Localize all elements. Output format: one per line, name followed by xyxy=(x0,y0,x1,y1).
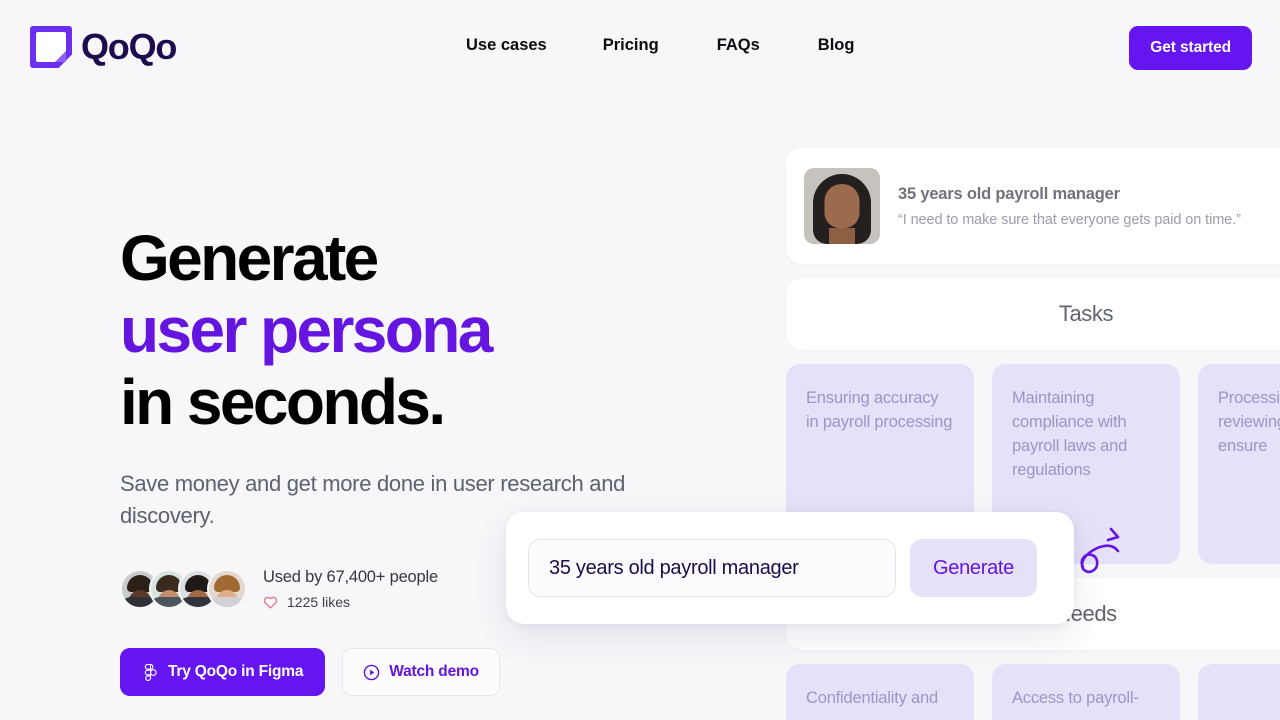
page-title: Generate user persona in seconds. xyxy=(120,222,680,438)
landing-page: QoQo Use cases Pricing FAQs Blog Get sta… xyxy=(0,0,1280,720)
needs-card-row: Confidentiality and Access to payroll- xyxy=(786,664,1280,720)
persona-details: 35 years old payroll manager “I need to … xyxy=(898,185,1241,228)
likes-count: 1225 likes xyxy=(287,594,351,610)
try-in-figma-label: Try QoQo in Figma xyxy=(168,663,304,680)
persona-photo xyxy=(804,168,880,244)
need-card[interactable]: Access to payroll- xyxy=(992,664,1180,720)
persona-title: 35 years old payroll manager xyxy=(898,184,1120,203)
hero-cta-row: Try QoQo in Figma Watch demo xyxy=(120,648,680,696)
persona-input[interactable] xyxy=(528,539,896,597)
main-nav: Use cases Pricing FAQs Blog xyxy=(466,36,854,55)
generate-button[interactable]: Generate xyxy=(910,539,1037,597)
task-card[interactable]: Processing and reviewing payroll to ensu… xyxy=(1198,364,1280,564)
watch-demo-label: Watch demo xyxy=(389,663,479,680)
persona-card: 35 years old payroll manager “I need to … xyxy=(786,148,1280,264)
need-card[interactable]: Confidentiality and xyxy=(786,664,974,720)
likes-row: 1225 likes xyxy=(263,594,438,610)
persona-preview-panel: 35 years old payroll manager “I need to … xyxy=(786,148,1280,720)
nav-item-use-cases[interactable]: Use cases xyxy=(466,36,547,55)
tasks-section-label: Tasks xyxy=(1058,301,1114,326)
nav-item-blog[interactable]: Blog xyxy=(818,36,855,55)
site-header: QoQo Use cases Pricing FAQs Blog Get sta… xyxy=(0,0,1280,96)
used-by-label: Used by 67,400+ people xyxy=(263,568,438,586)
watch-demo-button[interactable]: Watch demo xyxy=(342,648,500,696)
headline-line-3: in seconds. xyxy=(120,366,446,438)
play-circle-icon xyxy=(363,664,380,680)
brand-name: QoQo xyxy=(81,26,177,67)
headline-line-1: Generate xyxy=(120,222,379,294)
headline-line-2: user persona xyxy=(120,294,493,366)
avatar xyxy=(207,569,247,609)
try-in-figma-button[interactable]: Try QoQo in Figma xyxy=(120,648,326,696)
qoqo-logo-icon xyxy=(30,26,72,68)
social-proof-text: Used by 67,400+ people 1225 likes xyxy=(263,568,438,610)
tasks-section-header: Tasks xyxy=(786,278,1280,350)
get-started-button[interactable]: Get started xyxy=(1129,26,1252,70)
figma-icon xyxy=(144,663,157,681)
persona-quote: “I need to make sure that everyone gets … xyxy=(898,211,1241,228)
nav-item-faqs[interactable]: FAQs xyxy=(717,36,760,55)
brand-logo[interactable]: QoQo xyxy=(30,26,177,68)
curly-arrow-icon xyxy=(1080,527,1120,574)
persona-generator-widget: Generate xyxy=(506,512,1074,624)
hero-section: Generate user persona in seconds. Save m… xyxy=(120,222,680,696)
heart-icon xyxy=(263,596,278,609)
avatar-group xyxy=(120,569,247,609)
nav-item-pricing[interactable]: Pricing xyxy=(603,36,659,55)
need-card-loading[interactable] xyxy=(1198,664,1280,720)
